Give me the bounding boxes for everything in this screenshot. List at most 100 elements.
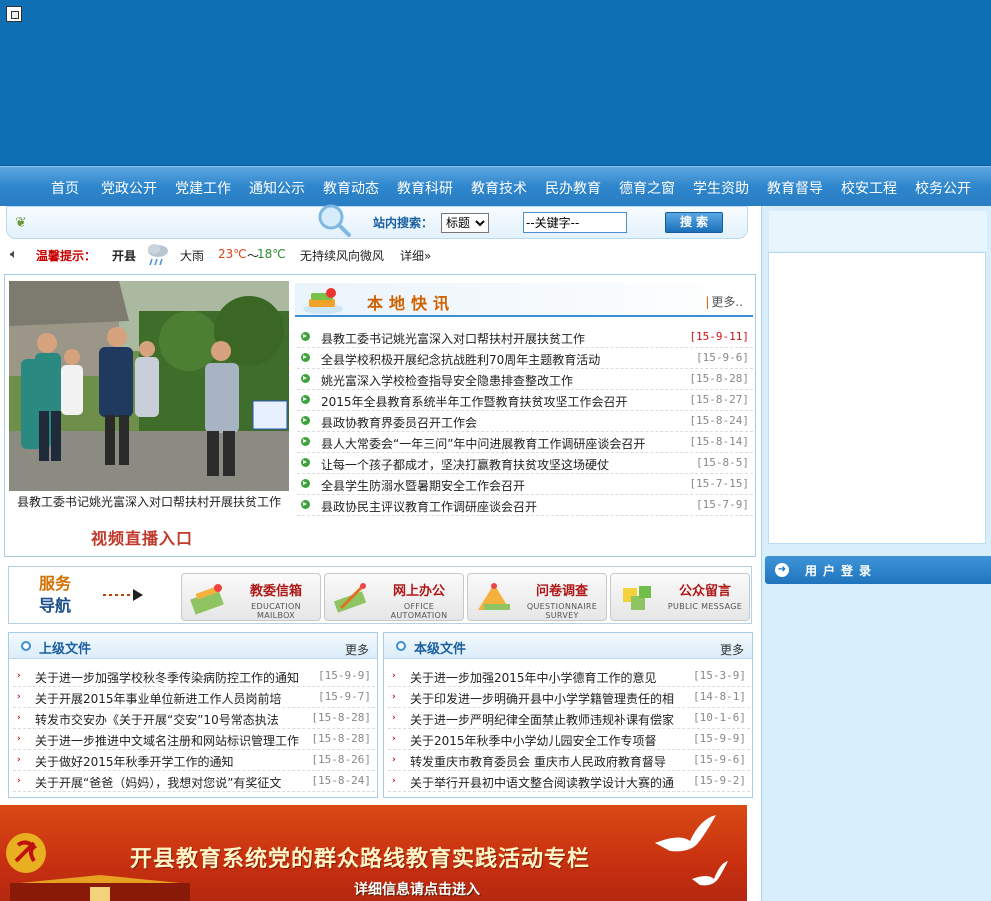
local-docs-more-link[interactable]: 更多 — [720, 641, 744, 658]
green-arrow-icon — [301, 374, 310, 383]
nav-item-notices[interactable]: 通知公示 — [249, 178, 305, 198]
red-arrow-icon: › — [392, 671, 396, 681]
upper-docs-title: 上级文件 — [39, 642, 92, 657]
nav-item-home[interactable]: 首页 — [51, 178, 79, 198]
weather-tip-bar: 🔈︎ 温馨提示： 开县 大雨 23℃ ～ 18℃ 无持续风向微风 详细» — [8, 240, 748, 270]
arrow-circle-icon: ➜ — [775, 563, 789, 577]
book-stack-icon — [303, 288, 343, 314]
list-item[interactable]: › 关于开展2015年事业单位新进工作人员岗前培 [15-9-7] — [13, 687, 375, 708]
red-arrow-icon: › — [17, 734, 21, 744]
search-bar: ❦ 站内搜索： 标题 搜索 — [6, 204, 748, 239]
right-panel — [768, 211, 987, 544]
upper-docs-header: 上级文件 更多 — [9, 633, 377, 659]
search-label: 站内搜索： — [373, 216, 434, 230]
red-arrow-icon: › — [17, 671, 21, 681]
news-more-link[interactable]: 更多.. — [705, 293, 743, 310]
nav-item-edu-research[interactable]: 教育科研 — [397, 178, 453, 198]
list-item[interactable]: › 关于2015年秋季中小学幼儿园安全工作专项督 [15-9-9] — [388, 729, 750, 750]
leaf-icon: ❦ — [15, 215, 27, 231]
mailbox-icon — [190, 584, 224, 615]
red-arrow-icon: › — [17, 755, 21, 765]
service-office-button[interactable]: 网上办公 OFFICE AUTOMATION — [324, 573, 464, 621]
green-arrow-icon — [301, 416, 310, 425]
upper-docs-more-link[interactable]: 更多 — [345, 641, 369, 658]
party-activity-banner[interactable]: 开县教育系统党的群众路线教育实践活动专栏 详细信息请点击进入 — [0, 805, 747, 901]
list-item[interactable]: › 转发市交安办《关于开展“交安”10号常态执法 [15-8-28] — [13, 708, 375, 729]
list-item[interactable]: › 关于进一步严明纪律全面禁止教师违规补课有偿家 [10-1-6] — [388, 708, 750, 729]
featured-photo[interactable] — [9, 281, 289, 491]
list-item[interactable]: › 关于举行开县初中语文整合阅读教学设计大赛的通 [15-9-2] — [388, 771, 750, 792]
red-arrow-icon: › — [17, 776, 21, 786]
news-header: 本地快讯 更多.. — [295, 283, 753, 317]
list-item[interactable]: › 关于开展“爸爸（妈妈），我想对您说”有奖征文 [15-8-24] — [13, 771, 375, 792]
service-mailbox-button[interactable]: 教委信箱 EDUCATION MAILBOX — [181, 573, 321, 621]
news-section: 县教工委书记姚光富深入对口帮扶村开展扶贫工作 视频直播入口 本地快讯 更多.. … — [4, 274, 756, 557]
nav-item-student-aid[interactable]: 学生资助 — [693, 178, 749, 198]
nav-item-party-affairs[interactable]: 党政公开 — [101, 178, 157, 198]
nav-item-school-affairs[interactable]: 校务公开 — [915, 178, 971, 198]
news-item[interactable]: 让每一个孩子都成才，坚决打赢教育扶贫攻坚这场硬仗 [15-8-5] — [297, 453, 753, 474]
nav-item-edu-tech[interactable]: 教育技术 — [471, 178, 527, 198]
tiananmen-icon — [10, 875, 190, 901]
nav-item-private-edu[interactable]: 民办教育 — [545, 178, 601, 198]
nav-item-edu-news[interactable]: 教育动态 — [323, 178, 379, 198]
weather-detail-link[interactable]: 详细» — [400, 247, 431, 264]
nav-item-supervision[interactable]: 教育督导 — [767, 178, 823, 198]
party-banner-title: 开县教育系统党的群众路线教育实践活动专栏 — [130, 847, 591, 872]
search-field-select[interactable]: 标题 — [441, 213, 489, 233]
nav-item-party-building[interactable]: 党建工作 — [175, 178, 231, 198]
weather-city: 开县 — [112, 249, 137, 263]
green-arrow-icon — [301, 437, 310, 446]
right-sidebar: ➜ 用户登录 — [761, 206, 991, 901]
login-title: 用户登录 — [805, 564, 878, 578]
upper-docs-section: 上级文件 更多 › 关于进一步加强学校秋冬季传染病防控工作的通知 [15-9-9] … — [8, 632, 378, 798]
list-item[interactable]: › 关于进一步加强2015年中小学德育工作的意见 [15-3-9] — [388, 666, 750, 687]
red-arrow-icon: › — [392, 734, 396, 744]
news-item[interactable]: 县政协民主评议教育工作调研座谈会召开 [15-7-9] — [297, 495, 753, 516]
green-arrow-icon — [301, 500, 310, 509]
login-header[interactable]: ➜ 用户登录 — [765, 556, 991, 584]
dove-icon — [655, 815, 716, 852]
service-message-button[interactable]: 公众留言 PUBLIC MESSAGE — [610, 573, 750, 621]
party-emblem-icon — [6, 833, 46, 873]
survey-icon — [478, 583, 510, 610]
news-item[interactable]: 全县学生防溺水暨暑期安全工作会召开 [15-7-15] — [297, 474, 753, 495]
nav-item-moral-edu[interactable]: 德育之窗 — [619, 178, 675, 198]
red-arrow-icon: › — [17, 713, 21, 723]
green-arrow-icon — [301, 395, 310, 404]
list-item[interactable]: › 关于进一步推进中文域名注册和网站标识管理工作 [15-8-28] — [13, 729, 375, 750]
service-survey-button[interactable]: 问卷调查 QUESTIONNAIRE SURVEY — [467, 573, 607, 621]
news-item[interactable]: 全县学校积极开展纪念抗战胜利70周年主题教育活动 [15-9-6] — [297, 348, 753, 369]
message-icon — [623, 586, 651, 610]
news-item[interactable]: 姚光富深入学校检查指导安全隐患排查整改工作 [15-8-28] — [297, 369, 753, 390]
nav-item-school-safety[interactable]: 校安工程 — [841, 178, 897, 198]
green-arrow-icon — [301, 479, 310, 488]
temp-low: 18℃ — [257, 247, 286, 261]
search-input[interactable] — [523, 212, 627, 233]
local-docs-title: 本级文件 — [414, 642, 467, 657]
green-arrow-icon — [301, 458, 310, 467]
main-nav: 首页 党政公开 党建工作 通知公示 教育动态 教育科研 教育技术 民办教育 德育… — [0, 166, 991, 206]
speaker-icon: 🔈︎ — [10, 247, 18, 262]
red-arrow-icon: › — [392, 713, 396, 723]
circle-bullet-icon — [21, 641, 31, 651]
red-arrow-icon: › — [392, 692, 396, 702]
dove-icon — [692, 861, 728, 886]
news-item[interactable]: 县教工委书记姚光富深入对口帮扶村开展扶贫工作 [15-9-11] — [297, 327, 753, 348]
service-title-line2: 导航 — [39, 596, 72, 615]
list-item[interactable]: › 关于进一步加强学校秋冬季传染病防控工作的通知 [15-9-9] — [13, 666, 375, 687]
list-item[interactable]: › 转发重庆市教育委员会 重庆市人民政府教育督导 [15-9-6] — [388, 750, 750, 771]
search-button[interactable]: 搜索 — [665, 212, 723, 233]
weather-wind: 无持续风向微风 — [300, 249, 385, 263]
news-item[interactable]: 县政协教育界委员召开工作会 [15-8-24] — [297, 411, 753, 432]
list-item[interactable]: › 关于做好2015年秋季开学工作的通知 [15-8-26] — [13, 750, 375, 771]
featured-caption[interactable]: 县教工委书记姚光富深入对口帮扶村开展扶贫工作 — [9, 493, 289, 510]
green-arrow-icon — [301, 332, 310, 341]
news-item[interactable]: 县人大常委会“一年三问”年中问进展教育工作调研座谈会召开 [15-8-14] — [297, 432, 753, 453]
local-docs-header: 本级文件 更多 — [384, 633, 752, 659]
rain-cloud-icon — [148, 244, 168, 266]
service-nav: 服务 导航 教委信箱 EDUCATION MAILBOX 网上办公 OFFICE… — [8, 566, 752, 624]
video-live-link[interactable]: 视频直播入口 — [91, 525, 193, 549]
list-item[interactable]: › 关于印发进一步明确开县中小学学籍管理责任的相 [14-8-1] — [388, 687, 750, 708]
news-item[interactable]: 2015年全县教育系统半年工作暨教育扶贫攻坚工作会召开 [15-8-27] — [297, 390, 753, 411]
